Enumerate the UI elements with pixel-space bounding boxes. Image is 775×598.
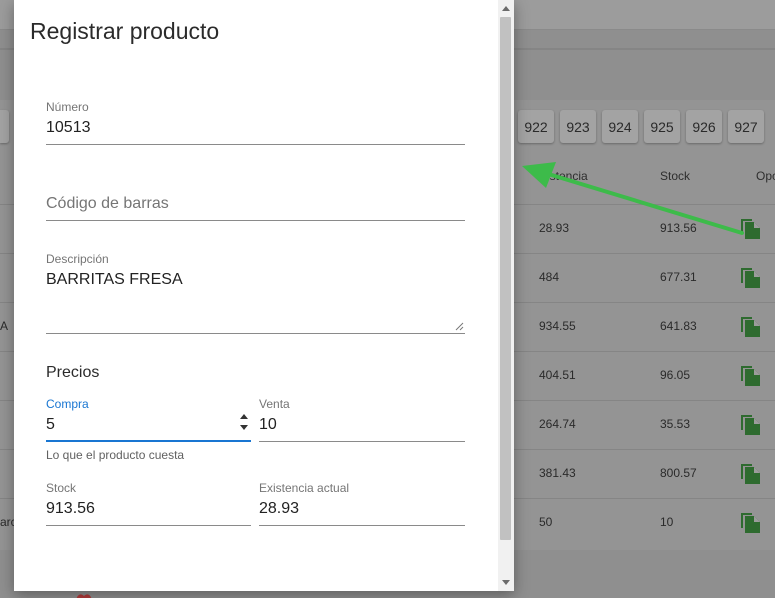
compra-field[interactable]: Compra 5: [46, 397, 251, 442]
numero-input[interactable]: 10513: [46, 119, 465, 139]
row-existencia-cell: 264.74: [539, 417, 576, 431]
page-button[interactable]: 926: [686, 110, 722, 143]
row-stock-cell: 677.31: [660, 270, 697, 284]
row-existencia-cell: 28.93: [539, 221, 570, 235]
descripcion-textarea[interactable]: BARRITAS FRESA: [46, 271, 465, 291]
dialog-scrollbar[interactable]: [498, 0, 514, 591]
page-button[interactable]: 924: [602, 110, 638, 143]
row-existencia-cell: 404.51: [539, 368, 576, 382]
existencia-input[interactable]: 28.93: [259, 500, 465, 520]
row-stock-cell: 10: [660, 515, 674, 529]
column-header-opciones: Opc: [756, 169, 775, 183]
row-stock-cell: 800.57: [660, 466, 697, 480]
precios-title: Precios: [46, 364, 100, 381]
row-stock-cell: 641.83: [660, 319, 697, 333]
stock-field[interactable]: Stock 913.56: [46, 481, 251, 526]
venta-underline: [259, 441, 465, 442]
row-stock-cell: 35.53: [660, 417, 691, 431]
resize-grip-icon[interactable]: [455, 322, 464, 331]
copy-document-icon[interactable]: [741, 266, 761, 288]
copy-document-icon[interactable]: [741, 217, 761, 239]
copy-document-icon[interactable]: [741, 413, 761, 435]
codigo-barras-field[interactable]: Código de barras: [46, 195, 465, 221]
existencia-label: Existencia actual: [259, 481, 350, 495]
compra-helper-text: Lo que el producto cuesta: [46, 448, 185, 462]
venta-field[interactable]: Venta 10: [259, 397, 465, 442]
existencia-underline: [259, 525, 465, 526]
row-description-cell: A: [0, 319, 9, 333]
existencia-field[interactable]: Existencia actual 28.93: [259, 481, 465, 526]
copy-document-icon[interactable]: [741, 462, 761, 484]
copy-document-icon[interactable]: [741, 364, 761, 386]
row-existencia-cell: 484: [539, 270, 560, 284]
codigo-barras-underline: [46, 220, 465, 221]
row-stock-cell: 96.05: [660, 368, 691, 382]
numero-label: Número: [46, 100, 89, 114]
row-existencia-cell: 381.43: [539, 466, 576, 480]
numero-field[interactable]: Número 10513: [46, 100, 465, 145]
copy-document-icon[interactable]: [741, 315, 761, 337]
column-header-stock: Stock: [660, 169, 691, 183]
row-existencia-cell: 934.55: [539, 319, 576, 333]
row-stock-cell: 913.56: [660, 221, 697, 235]
compra-input[interactable]: 5: [46, 416, 251, 436]
screen: 922 923 924 925 926 927 istencia Stock O…: [0, 0, 775, 598]
column-header-existencia: istencia: [547, 169, 588, 183]
venta-input[interactable]: 10: [259, 416, 465, 436]
scroll-thumb[interactable]: [500, 17, 511, 540]
scroll-up-icon[interactable]: [502, 6, 510, 11]
codigo-barras-input[interactable]: Código de barras: [46, 195, 169, 213]
stock-input[interactable]: 913.56: [46, 500, 251, 520]
page-button[interactable]: 925: [644, 110, 680, 143]
scroll-down-icon[interactable]: [502, 580, 510, 585]
pagination: 922 923 924 925 926 927: [518, 110, 764, 143]
row-existencia-cell: 50: [539, 515, 553, 529]
compra-underline: [46, 440, 251, 442]
compra-label: Compra: [46, 397, 89, 411]
descripcion-underline: [46, 333, 465, 334]
venta-label: Venta: [259, 397, 290, 411]
copy-document-icon[interactable]: [741, 511, 761, 533]
stock-underline: [46, 525, 251, 526]
page-button[interactable]: 922: [518, 110, 554, 143]
descripcion-label: Descripción: [46, 252, 109, 266]
dialog-title: Registrar producto: [30, 18, 220, 44]
stock-label: Stock: [46, 481, 77, 495]
descripcion-field[interactable]: Descripción BARRITAS FRESA: [46, 252, 465, 334]
heart-icon: [76, 594, 92, 598]
registrar-producto-dialog: Registrar producto Número 10513 Código d…: [14, 0, 514, 591]
page-button[interactable]: 923: [560, 110, 596, 143]
page-button[interactable]: 927: [728, 110, 764, 143]
number-spinner-icon[interactable]: [239, 413, 249, 431]
numero-underline: [46, 144, 465, 145]
